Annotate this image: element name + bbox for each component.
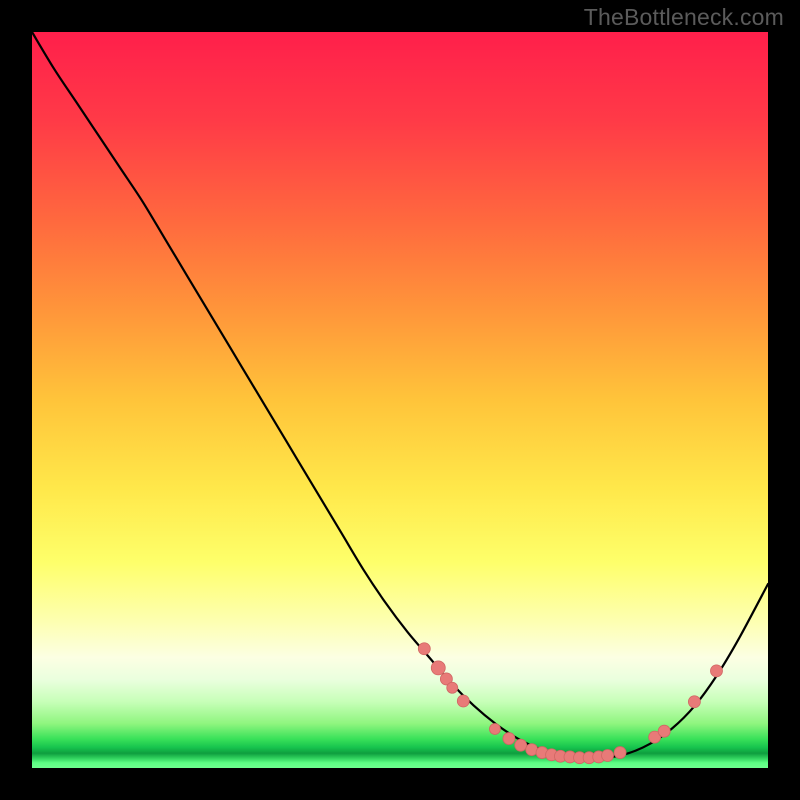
chart-stage: TheBottleneck.com: [0, 0, 800, 800]
marker-dot: [503, 733, 515, 745]
marker-layer: [418, 643, 722, 764]
attribution-label: TheBottleneck.com: [584, 4, 784, 31]
marker-dot: [447, 682, 458, 693]
plot-area: [32, 32, 768, 768]
marker-dot: [688, 696, 700, 708]
marker-dot: [431, 661, 445, 675]
marker-dot: [515, 739, 527, 751]
marker-dot: [614, 747, 626, 759]
marker-dot: [602, 749, 614, 761]
marker-dot: [457, 695, 469, 707]
marker-dot: [658, 725, 670, 737]
marker-dot: [489, 723, 500, 734]
marker-dot: [418, 643, 430, 655]
marker-dot: [710, 665, 722, 677]
bottleneck-curve: [32, 32, 768, 758]
plot-svg: [32, 32, 768, 768]
